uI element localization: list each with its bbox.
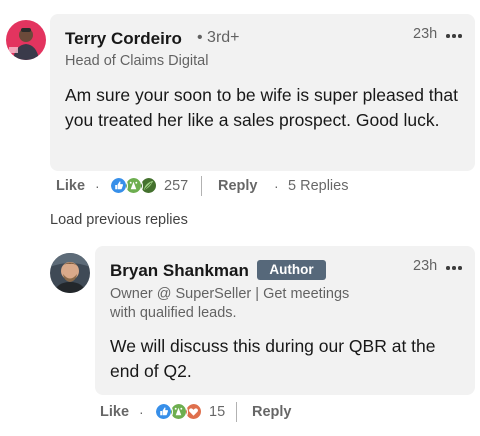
like-icon <box>155 403 173 421</box>
reaction-count[interactable]: 257 <box>164 178 188 194</box>
profile-photo <box>50 253 90 293</box>
reply-author-name[interactable]: Bryan Shankman <box>110 261 249 281</box>
reply-text: We will discuss this during our QBR at t… <box>110 336 436 381</box>
avatar-terry-cordeiro[interactable] <box>6 20 46 60</box>
like-icon <box>110 177 128 195</box>
more-options-icon[interactable] <box>446 29 464 43</box>
connection-degree: • 3rd+ <box>197 29 240 46</box>
reaction-count[interactable]: 15 <box>209 404 225 420</box>
load-previous-replies-link[interactable]: Load previous replies <box>50 212 188 228</box>
comment-author-headline: Head of Claims Digital <box>65 53 209 69</box>
separator-dot: · <box>274 178 279 194</box>
reply-timestamp: 23h <box>413 258 438 274</box>
action-divider <box>201 176 202 196</box>
reply-author-headline: Owner @ SuperSeller | Get meetings with … <box>110 286 350 321</box>
like-button[interactable]: Like <box>100 404 129 420</box>
separator-dot: · <box>139 404 144 420</box>
more-options-icon[interactable] <box>446 261 464 275</box>
separator-dot: · <box>95 178 100 194</box>
avatar-bryan-shankman[interactable] <box>50 253 90 293</box>
profile-photo <box>6 20 46 60</box>
comment-author-name[interactable]: Terry Cordeiro <box>65 29 182 49</box>
comment-timestamp: 23h <box>413 26 438 42</box>
like-button[interactable]: Like <box>56 178 85 194</box>
reply-button[interactable]: Reply <box>252 404 292 420</box>
comment-text: Am sure your soon to be wife is super pl… <box>65 85 458 130</box>
replies-count-link[interactable]: 5 Replies <box>288 178 348 194</box>
author-badge: Author <box>257 260 326 280</box>
action-divider <box>236 402 237 422</box>
reply-button[interactable]: Reply <box>218 178 258 194</box>
